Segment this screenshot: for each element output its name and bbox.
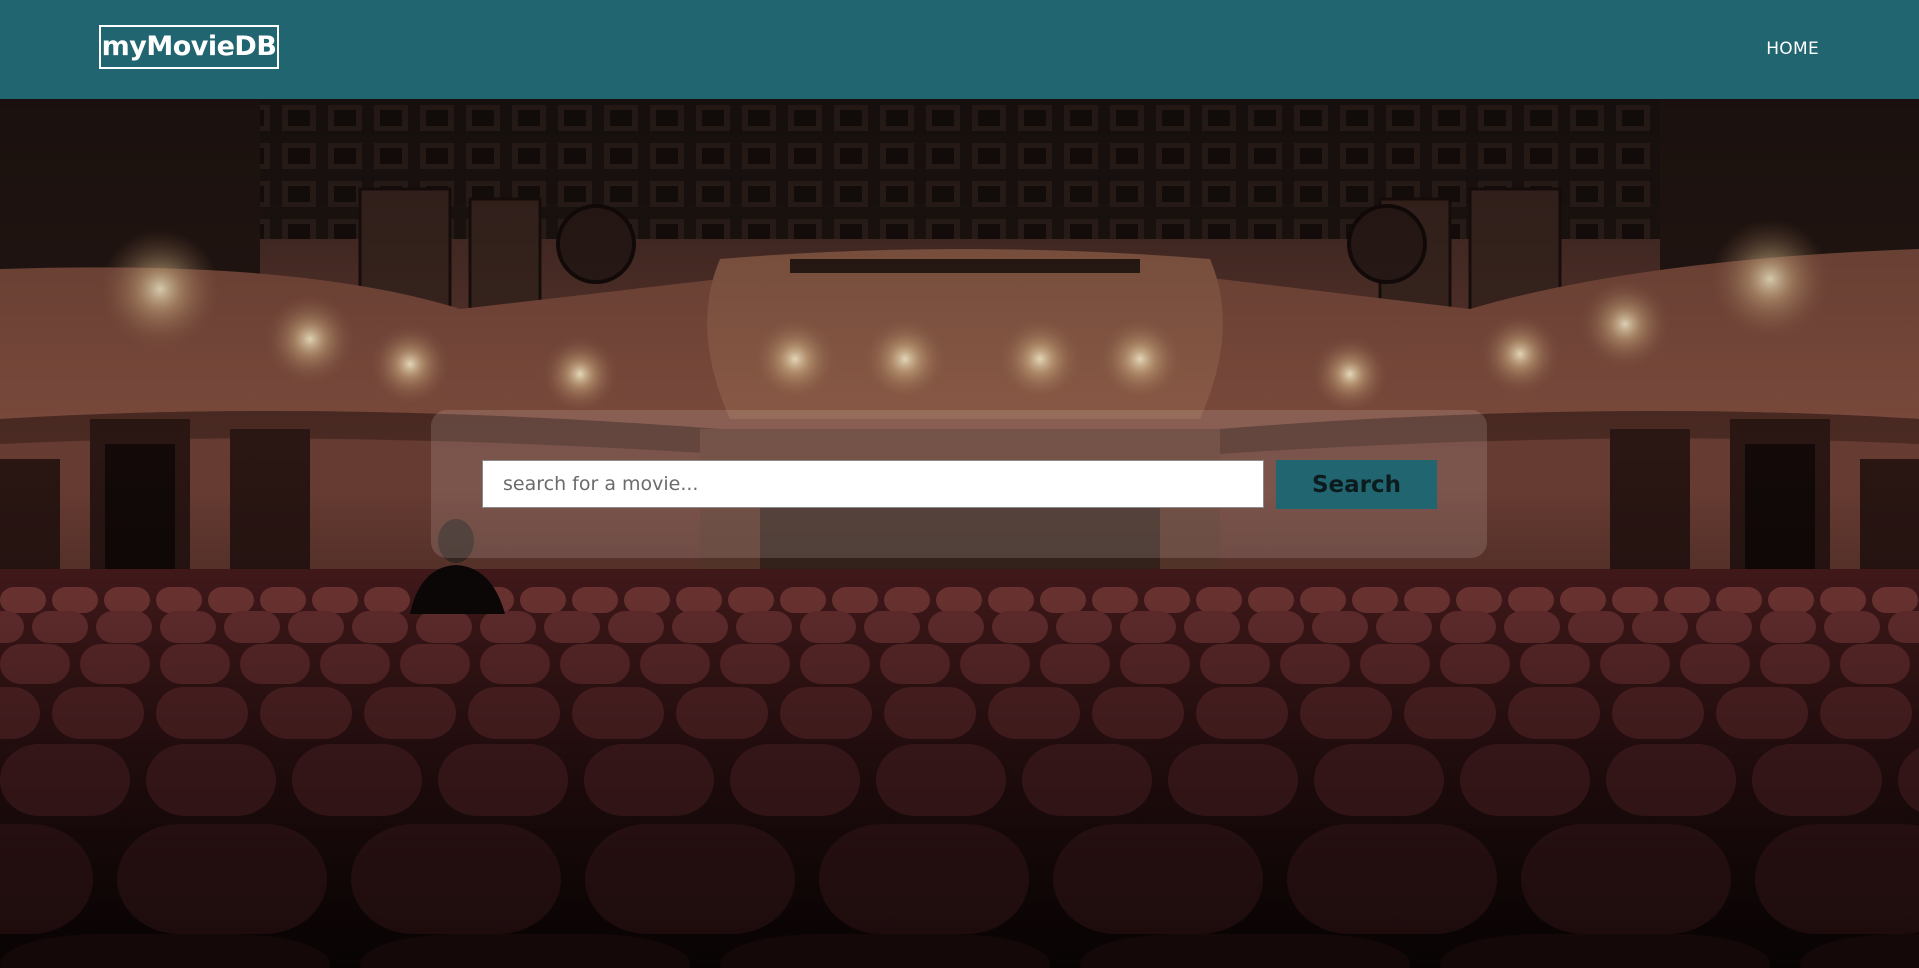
search-button[interactable]: Search	[1276, 460, 1437, 509]
page: myMovieDB HOME search for a movie... Sea…	[0, 0, 1919, 968]
nav-link-home[interactable]: HOME	[1766, 36, 1819, 62]
search-input[interactable]	[482, 460, 1264, 508]
site-logo[interactable]: myMovieDB	[99, 25, 279, 69]
navbar: myMovieDB HOME	[0, 0, 1919, 99]
